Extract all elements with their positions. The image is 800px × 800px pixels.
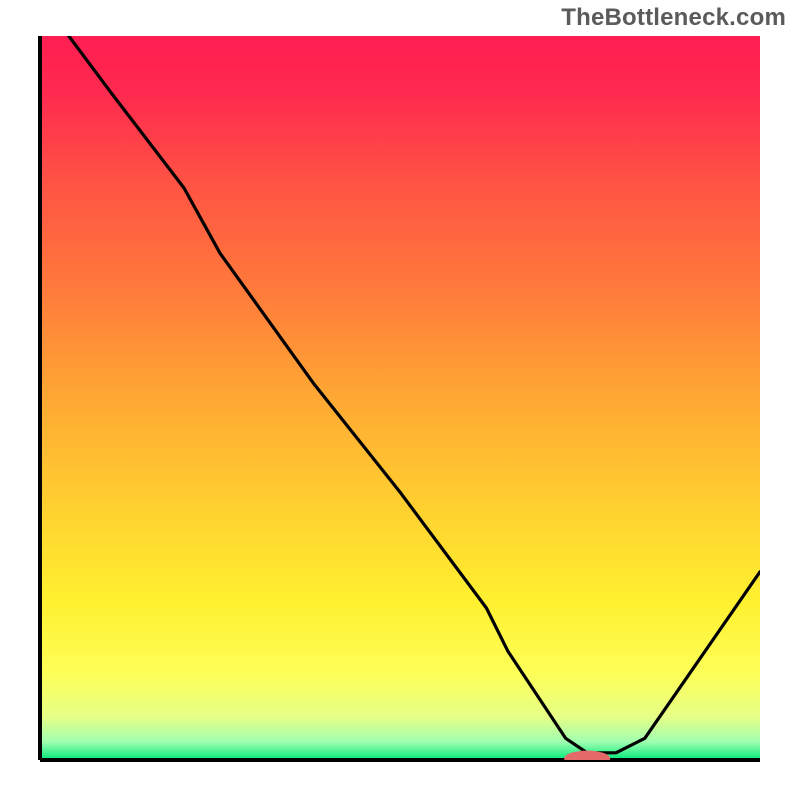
chart-container: TheBottleneck.com — [0, 0, 800, 800]
optimal-marker — [564, 751, 610, 767]
chart-background-gradient — [40, 36, 760, 760]
watermark-text: TheBottleneck.com — [561, 4, 786, 32]
bottleneck-chart — [0, 0, 800, 800]
